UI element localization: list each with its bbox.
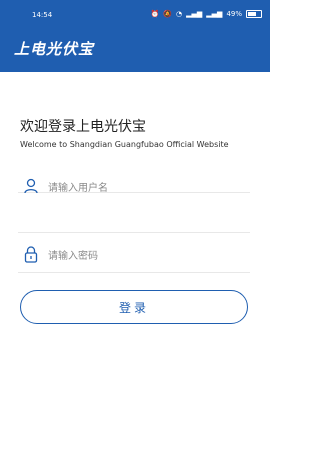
app-title: 上电光伏宝 <box>14 40 95 58</box>
battery-icon <box>246 10 262 18</box>
username-input[interactable]: 请输入用户名 <box>18 166 250 206</box>
welcome-subtitle: Welcome to Shangdian Guangfubao Official… <box>20 140 229 149</box>
status-bar: 14:54 ⏰ 🔕 ◔ ▂▄▆ ▂▄▆ 49% <box>0 0 270 26</box>
signal-icon-2: ▂▄▆ <box>206 10 223 18</box>
welcome-title: 欢迎登录上电光伏宝 <box>20 119 146 135</box>
status-time: 14:54 <box>32 11 53 19</box>
wifi-icon: ◔ <box>176 10 183 18</box>
user-icon <box>20 178 42 194</box>
battery-percent: 49% <box>226 10 242 18</box>
username-placeholder: 请输入用户名 <box>48 182 108 194</box>
signal-icon: ▂▄▆ <box>186 10 203 18</box>
mute-icon: 🔕 <box>163 10 173 18</box>
lock-icon <box>20 245 42 263</box>
login-button[interactable]: 登录 <box>20 290 248 324</box>
divider <box>18 272 250 273</box>
password-placeholder: 请输入密码 <box>48 250 98 262</box>
status-icons: ⏰ 🔕 ◔ ▂▄▆ ▂▄▆ 49% <box>151 10 262 18</box>
app-header: 上电光伏宝 <box>0 26 270 72</box>
alarm-icon: ⏰ <box>150 10 160 18</box>
divider <box>18 232 250 233</box>
password-input[interactable]: 请输入密码 <box>18 234 250 274</box>
